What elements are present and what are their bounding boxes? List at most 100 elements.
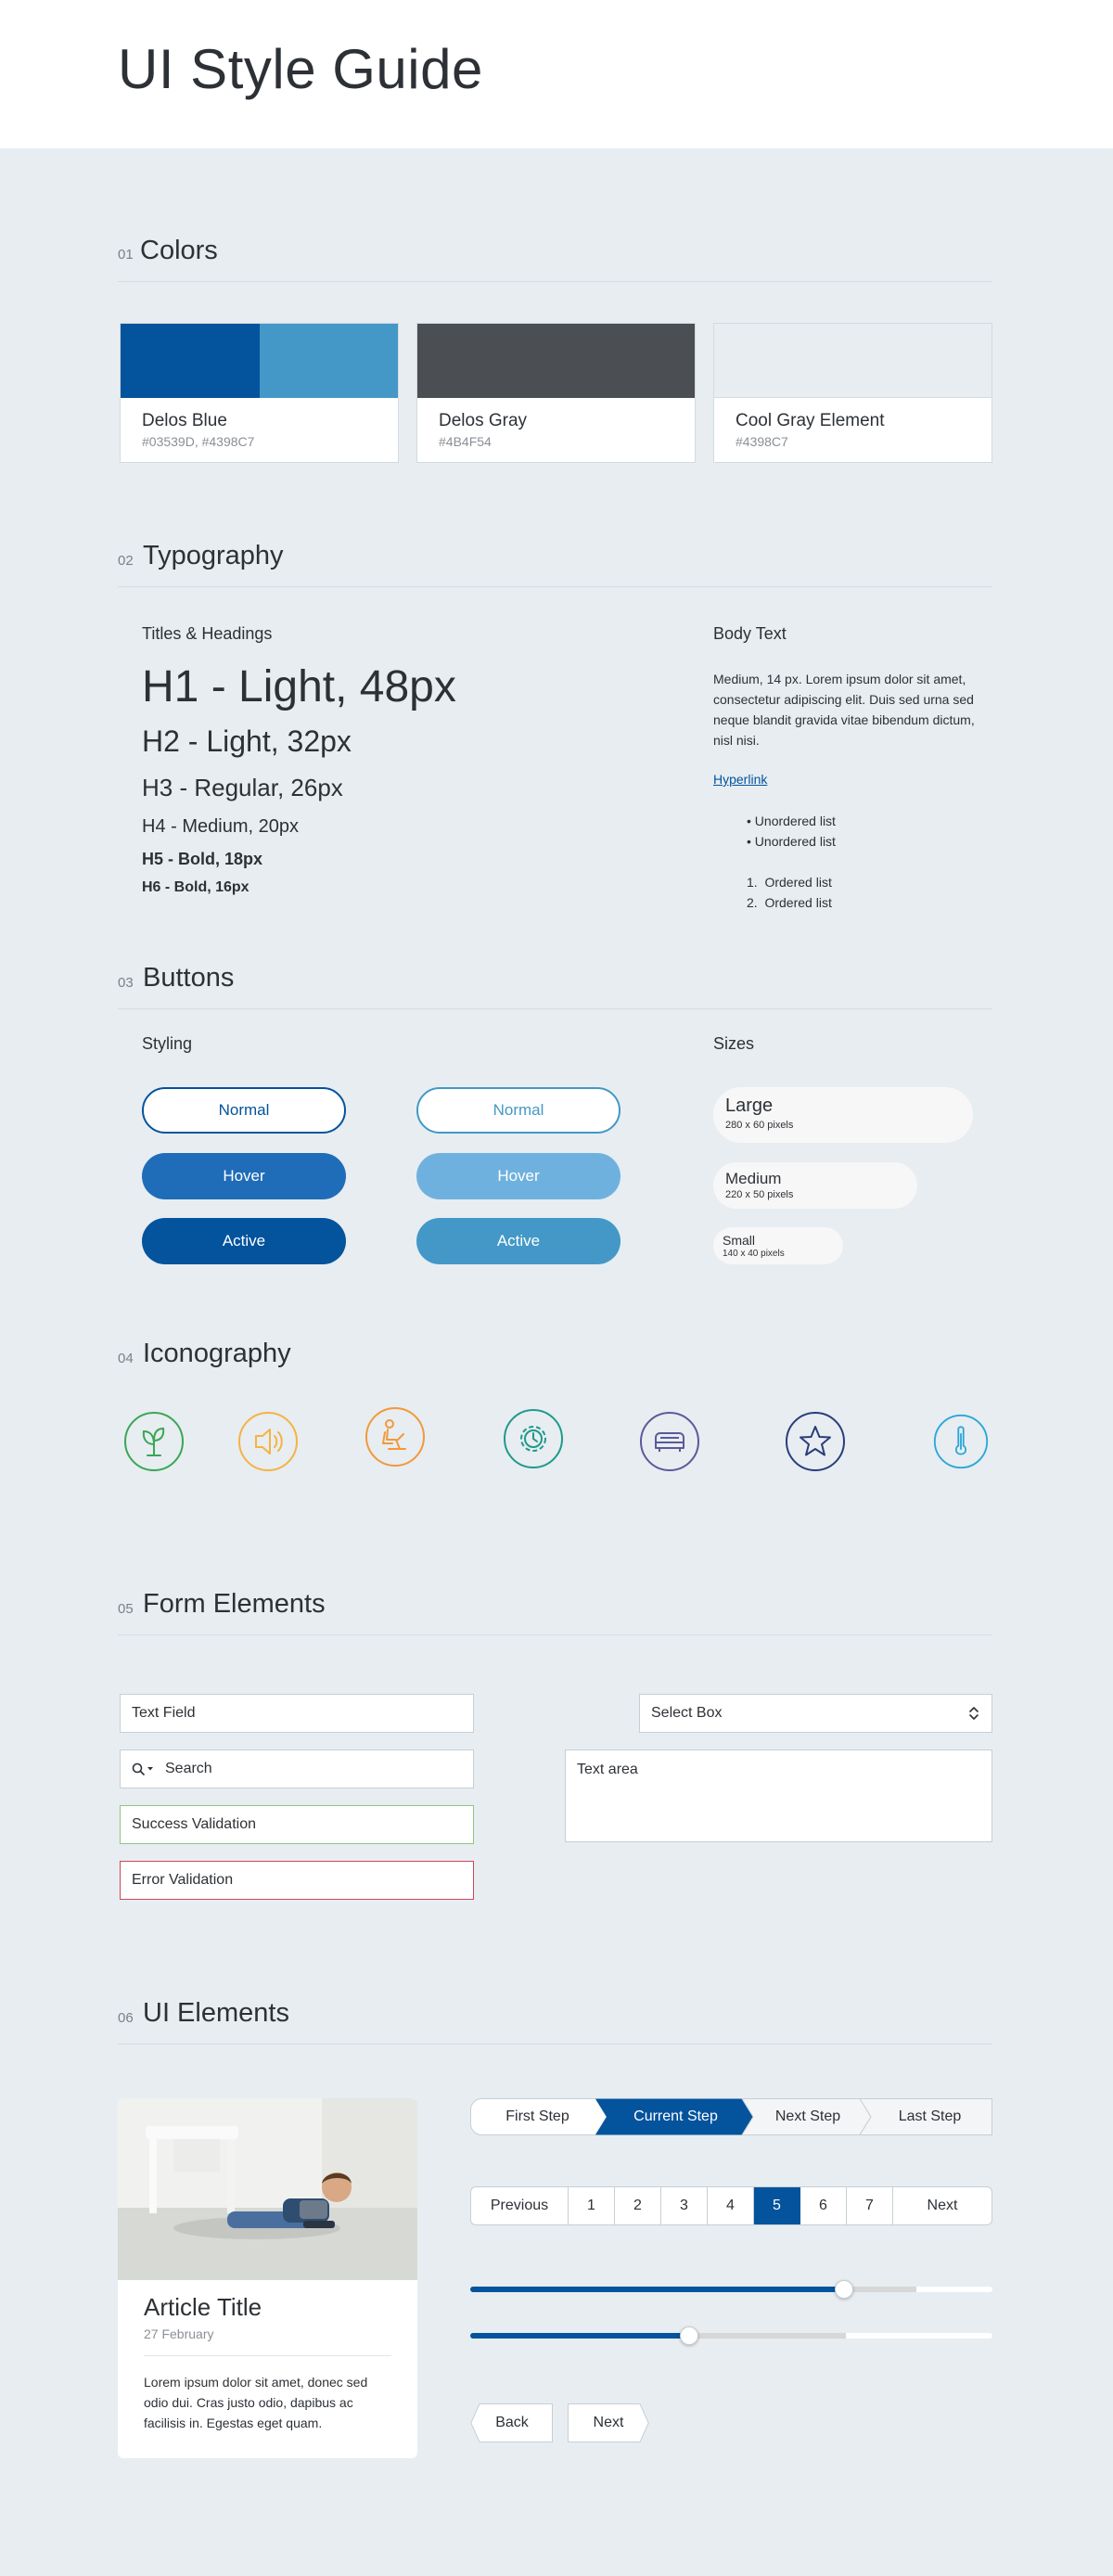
styling-label: Styling — [142, 1034, 193, 1053]
list-item-text: Unordered list — [754, 814, 836, 828]
list-item: 2. Ordered list — [747, 895, 832, 910]
list-item-text: Ordered list — [764, 895, 832, 910]
size-button-dims: 140 x 40 pixels — [723, 1249, 785, 1259]
slider-handle[interactable] — [834, 2280, 853, 2299]
swatch-card-cool-gray: Cool Gray Element #4398C7 — [713, 323, 992, 463]
search-icon[interactable] — [132, 1762, 156, 1775]
section-divider — [118, 1008, 992, 1009]
swatch-name: Delos Gray — [439, 411, 528, 430]
swatch-card-delos-blue: Delos Blue #03539D, #4398C7 — [120, 323, 399, 463]
slider-buffer — [843, 2287, 917, 2292]
text-field-value: Text Field — [132, 1705, 196, 1721]
slider[interactable] — [470, 2280, 992, 2299]
button-dark-hover[interactable]: Hover — [142, 1153, 346, 1199]
h4-sample: H4 - Medium, 20px — [142, 816, 299, 837]
h3-sample: H3 - Regular, 26px — [142, 774, 343, 801]
body-text-sample: Medium, 14 px. Lorem ipsum dolor sit ame… — [713, 672, 975, 748]
bed-icon — [639, 1411, 700, 1472]
slider-buffer — [689, 2333, 847, 2339]
thermometer-icon — [933, 1414, 989, 1469]
pagination-page[interactable]: 7 — [847, 2187, 893, 2224]
text-area[interactable]: Text area — [565, 1749, 992, 1842]
ordered-list: 1. Ordered list 2. Ordered list — [747, 875, 832, 916]
slider[interactable] — [470, 2326, 992, 2345]
select-box[interactable]: Select Box — [639, 1694, 992, 1733]
pagination-page[interactable]: 3 — [661, 2187, 708, 2224]
hyperlink-sample[interactable]: Hyperlink — [713, 772, 767, 787]
section-title-iconography: Iconography — [143, 1339, 291, 1368]
sizes-label: Sizes — [713, 1034, 755, 1053]
success-field[interactable]: Success Validation — [120, 1805, 474, 1844]
pagination-page[interactable]: 2 — [615, 2187, 661, 2224]
page-title: UI Style Guide — [118, 38, 483, 100]
section-number: 01 — [118, 247, 134, 263]
step-current[interactable]: Current Step — [600, 2098, 751, 2135]
gear-clock-icon — [503, 1408, 564, 1469]
pagination-page[interactable]: 4 — [708, 2187, 754, 2224]
step-next[interactable]: Next Step — [748, 2098, 867, 2135]
select-box-value: Select Box — [651, 1705, 723, 1721]
size-button-dims: 220 x 50 pixels — [725, 1189, 794, 1200]
list-item: • Unordered list — [747, 814, 836, 828]
swatch-hex: #03539D, #4398C7 — [142, 434, 255, 449]
section-title-colors: Colors — [140, 236, 218, 265]
person-chair-icon — [365, 1406, 426, 1467]
search-input[interactable]: Search — [120, 1749, 474, 1788]
list-item: • Unordered list — [747, 834, 836, 849]
star-icon — [785, 1411, 846, 1472]
h6-sample: H6 - Bold, 16px — [142, 879, 249, 895]
section-divider — [118, 586, 992, 587]
size-button-name: Small — [723, 1233, 756, 1248]
page-header: UI Style Guide — [0, 0, 1113, 148]
titles-headings-label: Titles & Headings — [142, 624, 273, 643]
step-first[interactable]: First Step — [470, 2098, 605, 2135]
pagination-page[interactable]: 1 — [569, 2187, 615, 2224]
list-item-text: Unordered list — [754, 834, 836, 849]
plant-icon — [123, 1411, 185, 1472]
success-field-value: Success Validation — [132, 1816, 256, 1832]
button-dark-active[interactable]: Active — [142, 1218, 346, 1264]
swatch-hex: #4398C7 — [736, 434, 788, 449]
error-field[interactable]: Error Validation — [120, 1861, 474, 1900]
swatch-hex: #4B4F54 — [439, 434, 492, 449]
text-field[interactable]: Text Field — [120, 1694, 474, 1733]
slider-fill — [470, 2333, 690, 2339]
step-progress: First Step Current Step Next Step Last S… — [470, 2098, 992, 2135]
section-number: 02 — [118, 553, 134, 569]
article-body: Lorem ipsum dolor sit amet, donec sed od… — [144, 2375, 368, 2430]
section-title-forms: Form Elements — [143, 1589, 326, 1619]
size-button-medium[interactable]: Medium 220 x 50 pixels — [713, 1162, 917, 1209]
h1-sample: H1 - Light, 48px — [142, 662, 456, 711]
section-number: 06 — [118, 2010, 134, 2026]
article-title[interactable]: Article Title — [144, 2293, 262, 2322]
section-number: 05 — [118, 1601, 134, 1617]
next-button[interactable]: Next — [568, 2403, 649, 2442]
article-date: 27 February — [144, 2326, 214, 2341]
step-last[interactable]: Last Step — [867, 2098, 992, 2135]
swatch-color — [714, 324, 991, 398]
article-image — [118, 2098, 417, 2280]
unordered-list: • Unordered list • Unordered list — [747, 814, 836, 854]
speaker-icon — [237, 1411, 299, 1472]
size-button-large[interactable]: Large 280 x 60 pixels — [713, 1087, 973, 1143]
body-text-label: Body Text — [713, 624, 787, 643]
button-light-active[interactable]: Active — [416, 1218, 620, 1264]
section-divider — [118, 281, 992, 282]
pagination-previous[interactable]: Previous — [471, 2187, 569, 2224]
article-card[interactable]: Article Title 27 February Lorem ipsum do… — [118, 2098, 417, 2458]
next-button-label: Next — [593, 2415, 624, 2430]
list-item-text: Ordered list — [764, 875, 832, 890]
pagination-page-current[interactable]: 5 — [754, 2187, 800, 2224]
section-divider — [118, 1634, 992, 1635]
pagination-page[interactable]: 6 — [800, 2187, 847, 2224]
pagination-next[interactable]: Next — [893, 2187, 991, 2224]
slider-handle[interactable] — [680, 2326, 699, 2345]
swatch-name: Delos Blue — [142, 411, 227, 430]
section-title-buttons: Buttons — [143, 963, 235, 993]
pagination: Previous 1 2 3 4 5 6 7 Next — [470, 2186, 992, 2225]
button-dark-normal[interactable]: Normal — [142, 1087, 346, 1134]
button-light-hover[interactable]: Hover — [416, 1153, 620, 1199]
size-button-small[interactable]: Small 140 x 40 pixels — [713, 1227, 843, 1264]
button-light-normal[interactable]: Normal — [416, 1087, 620, 1134]
back-button[interactable]: Back — [470, 2403, 554, 2442]
